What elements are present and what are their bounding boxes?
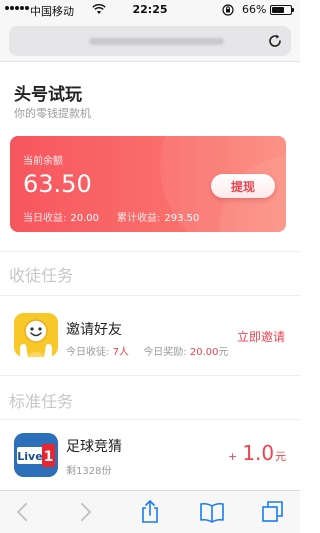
today-earnings-label: 当日收益: xyxy=(23,213,67,224)
smiley-face-icon xyxy=(14,313,58,357)
reward-sign: + xyxy=(228,450,238,463)
reload-icon[interactable] xyxy=(267,33,283,53)
remaining-count: 剩1328份 xyxy=(66,466,112,477)
section-divider xyxy=(0,251,300,252)
page-subtitle: 你的零钱提款机 xyxy=(14,107,91,120)
battery-icon xyxy=(270,5,294,15)
section-divider xyxy=(0,419,300,420)
total-earnings-value: 293.50 xyxy=(164,213,200,224)
total-earnings-label: 累计收益: xyxy=(117,213,161,224)
today-reward-value: 20.00 xyxy=(189,347,219,358)
today-earnings-value: 20.00 xyxy=(70,213,100,224)
browser-toolbar xyxy=(0,490,300,533)
today-reward-label: 今日奖励: xyxy=(143,347,187,358)
today-apprentices-label: 今日收徒: xyxy=(66,347,110,358)
browser-address-area xyxy=(0,20,300,62)
section-title-standard: 标准任务 xyxy=(9,392,74,411)
share-icon[interactable] xyxy=(137,499,163,525)
live-icon-text: Live xyxy=(17,450,42,463)
task-reward: + 1.0元 xyxy=(228,441,286,465)
standard-task-name: 足球竞猜 xyxy=(66,439,122,455)
forward-arrow-icon[interactable] xyxy=(72,499,98,525)
live-icon-number: 1 xyxy=(44,449,54,465)
section-divider xyxy=(0,375,300,376)
balance-card: 当前余额 63.50 提现 当日收益: 20.00 累计收益: 293.50 xyxy=(10,136,286,232)
today-apprentices-value: 7人 xyxy=(112,347,129,358)
battery-percent: 66% xyxy=(242,3,267,16)
blurred-url xyxy=(89,38,224,45)
today-reward-unit: 元 xyxy=(218,347,229,358)
live-app-icon: Live 1 xyxy=(14,433,58,477)
invite-task-name: 邀请好友 xyxy=(66,322,122,338)
earnings-summary: 当日收益: 20.00 累计收益: 293.50 xyxy=(23,209,199,224)
balance-value: 63.50 xyxy=(23,170,92,198)
section-divider xyxy=(0,295,300,296)
balance-label: 当前余额 xyxy=(23,156,63,167)
back-arrow-icon[interactable] xyxy=(10,499,36,525)
rotation-lock-icon xyxy=(222,4,234,19)
status-bar: 中国移动 22:25 66% xyxy=(0,0,300,20)
page-title: 头号试玩 xyxy=(14,85,82,105)
tabs-icon[interactable] xyxy=(260,499,286,525)
withdraw-button[interactable]: 提现 xyxy=(211,174,275,198)
address-bar[interactable] xyxy=(9,26,291,56)
bookmarks-icon[interactable] xyxy=(199,499,225,525)
section-title-apprentice: 收徒任务 xyxy=(9,266,74,285)
reward-value: 1.0 xyxy=(242,441,275,465)
reward-unit: 元 xyxy=(275,450,287,463)
invite-task-meta: 今日收徒: 7人 今日奖励: 20.00元 xyxy=(66,343,229,358)
invite-now-link[interactable]: 立即邀请 xyxy=(237,328,285,345)
